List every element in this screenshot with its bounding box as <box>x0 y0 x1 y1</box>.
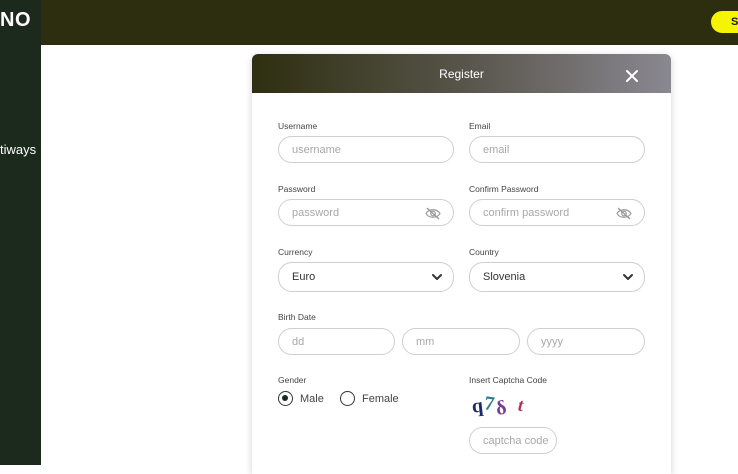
country-label: Country <box>469 247 499 257</box>
email-field[interactable]: email <box>469 136 645 163</box>
eye-off-icon[interactable] <box>616 207 632 220</box>
username-field[interactable]: username <box>278 136 454 163</box>
currency-value: Euro <box>292 271 316 283</box>
birth-month-field[interactable]: mm <box>402 328 520 355</box>
password-placeholder: password <box>292 207 340 219</box>
username-label: Username <box>278 121 318 131</box>
country-value: Slovenia <box>483 271 526 283</box>
sidebar-item-giveaways[interactable]: tiways <box>0 142 36 157</box>
top-bar: SI <box>41 0 738 45</box>
svg-text:t: t <box>517 395 525 415</box>
confirm-password-label: Confirm Password <box>469 184 539 194</box>
birth-year-field[interactable]: yyyy <box>527 328 645 355</box>
chevron-down-icon <box>432 274 442 280</box>
svg-text:δ: δ <box>494 396 508 419</box>
password-label: Password <box>278 184 316 194</box>
modal-header: Register <box>252 54 671 93</box>
username-placeholder: username <box>292 144 341 156</box>
gender-male-radio[interactable] <box>278 391 293 406</box>
email-placeholder: email <box>483 144 510 156</box>
gender-female-label[interactable]: Female <box>362 393 399 405</box>
logo: NO <box>0 9 31 31</box>
birth-date-label: Birth Date <box>278 312 316 322</box>
confirm-password-field[interactable]: confirm password <box>469 199 645 226</box>
sidebar: NO tiways <box>0 0 41 465</box>
captcha-label: Insert Captcha Code <box>469 375 547 385</box>
close-icon[interactable] <box>622 66 642 86</box>
modal-title: Register <box>439 67 484 81</box>
radio-selected-dot <box>282 395 288 401</box>
country-select[interactable]: Slovenia <box>469 262 645 292</box>
birth-day-field[interactable]: dd <box>278 328 395 355</box>
confirm-password-placeholder: confirm password <box>483 207 570 219</box>
svg-text:7: 7 <box>483 392 496 415</box>
email-label: Email <box>469 121 491 131</box>
svg-text:q: q <box>471 395 484 418</box>
signup-button[interactable]: SI <box>711 11 738 33</box>
captcha-field[interactable]: captcha code <box>469 427 557 454</box>
gender-female-radio[interactable] <box>340 391 355 406</box>
gender-label: Gender <box>278 375 307 385</box>
captcha-image: q 7 δ t <box>471 392 525 420</box>
password-field[interactable]: password <box>278 199 454 226</box>
birth-year-placeholder: yyyy <box>541 336 563 348</box>
currency-label: Currency <box>278 247 313 257</box>
birth-month-placeholder: mm <box>416 336 435 348</box>
birth-day-placeholder: dd <box>292 336 305 348</box>
gender-male-label[interactable]: Male <box>300 393 324 405</box>
currency-select[interactable]: Euro <box>278 262 454 292</box>
register-modal: Register Username username Email email P… <box>252 54 671 474</box>
eye-off-icon[interactable] <box>425 207 441 220</box>
captcha-placeholder: captcha code <box>483 435 549 447</box>
chevron-down-icon <box>623 274 633 280</box>
